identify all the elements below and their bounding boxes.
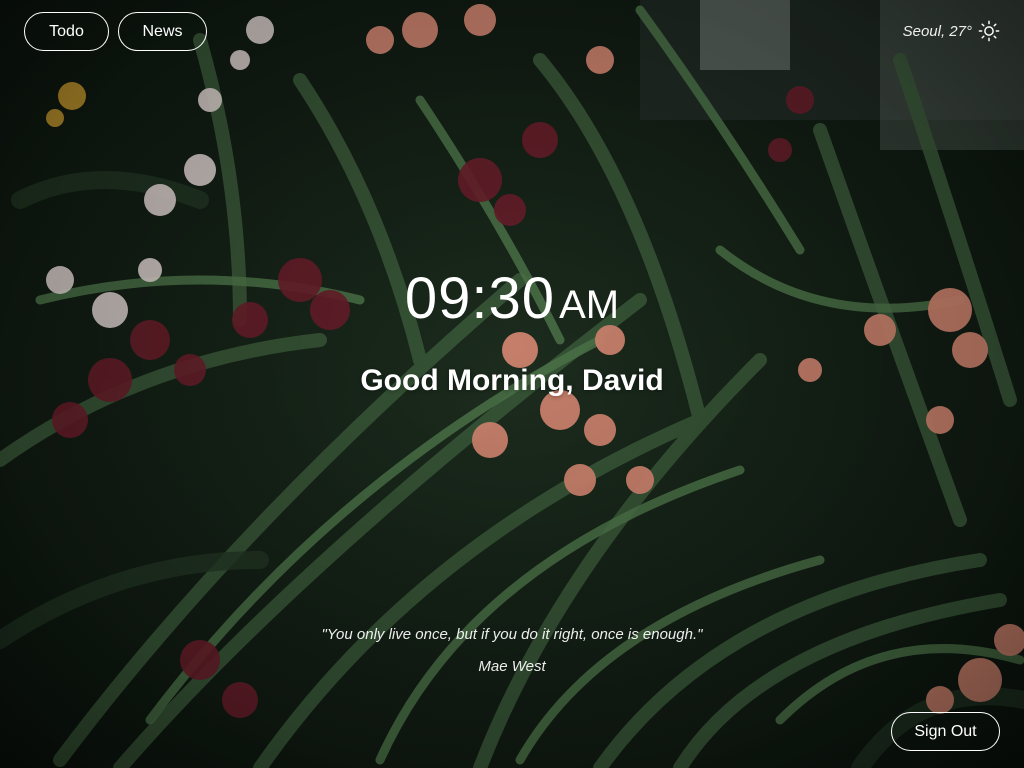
clock: 09:30 AM	[0, 270, 1024, 328]
quote-text: "You only live once, but if you do it ri…	[321, 626, 703, 643]
greeting: Good Morning, David	[360, 364, 664, 397]
sun-icon	[978, 20, 1000, 42]
weather-widget: Seoul, 27°	[903, 20, 1000, 42]
news-button[interactable]: News	[118, 12, 207, 51]
clock-time: 09:30	[404, 266, 556, 331]
quote-author: Mae West	[478, 658, 546, 675]
clock-ampm: AM	[559, 283, 620, 327]
todo-button[interactable]: Todo	[24, 12, 109, 51]
top-nav: Todo News	[24, 12, 207, 51]
weather-text: Seoul, 27°	[902, 22, 972, 40]
home-screen: Todo News Seoul, 27° 09:30 AM Good Morni…	[0, 0, 1024, 768]
sign-out-button[interactable]: Sign Out	[891, 712, 1000, 751]
